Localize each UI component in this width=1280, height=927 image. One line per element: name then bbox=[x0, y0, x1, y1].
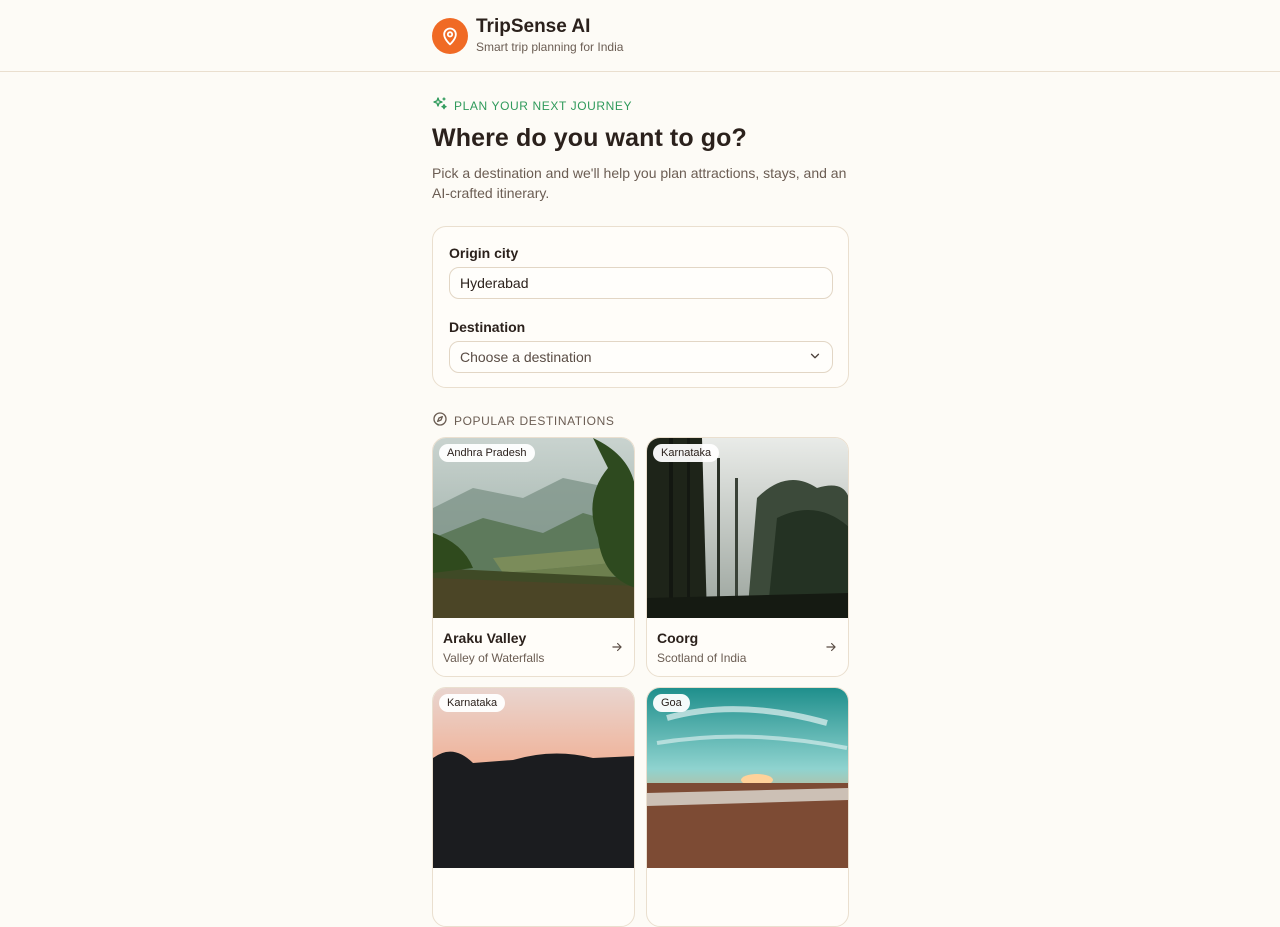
destination-placeholder: Choose a destination bbox=[460, 349, 592, 365]
origin-label: Origin city bbox=[449, 245, 519, 261]
page-title: Where do you want to go? bbox=[432, 124, 747, 152]
origin-city-input[interactable]: Hyderabad bbox=[449, 267, 833, 299]
origin-city-value: Hyderabad bbox=[460, 275, 529, 291]
destination-card-coorg[interactable]: Karnataka Coorg Scotland of India bbox=[646, 437, 849, 677]
destination-card-karnataka-sunset[interactable]: Karnataka bbox=[432, 687, 635, 927]
destination-tagline: Scotland of India bbox=[657, 651, 747, 665]
hero-eyebrow: PLAN YOUR NEXT JOURNEY bbox=[432, 96, 849, 115]
arrow-right-icon bbox=[824, 640, 838, 659]
state-badge: Andhra Pradesh bbox=[439, 444, 535, 462]
brand-name: TripSense AI bbox=[476, 16, 591, 37]
map-pin-icon bbox=[432, 17, 468, 54]
destination-photo: Andhra Pradesh bbox=[433, 438, 634, 618]
destination-tagline: Valley of Waterfalls bbox=[443, 651, 545, 665]
arrow-right-icon bbox=[610, 640, 624, 659]
destination-photo: Goa bbox=[647, 688, 848, 868]
brand-tagline: Smart trip planning for India bbox=[476, 40, 624, 54]
destination-card-goa[interactable]: Goa bbox=[646, 687, 849, 927]
destination-select[interactable]: Choose a destination bbox=[449, 341, 833, 373]
popular-title: POPULAR DESTINATIONS bbox=[454, 413, 615, 428]
main-content: PLAN YOUR NEXT JOURNEY Where do you want… bbox=[432, 72, 849, 927]
destination-photo: Karnataka bbox=[433, 688, 634, 868]
sparkles-icon bbox=[432, 96, 448, 115]
chevron-down-icon bbox=[808, 349, 822, 366]
state-badge: Goa bbox=[653, 694, 690, 712]
page-subtitle: Pick a destination and we'll help you pl… bbox=[432, 165, 847, 201]
state-badge: Karnataka bbox=[653, 444, 720, 462]
destination-label: Destination bbox=[449, 319, 526, 335]
state-badge: Karnataka bbox=[439, 694, 506, 712]
top-bar: TripSense AI Smart trip planning for Ind… bbox=[0, 0, 1280, 72]
destination-card-araku[interactable]: Andhra Pradesh Araku Valley Valley of Wa… bbox=[432, 437, 635, 677]
brand[interactable]: TripSense AI Smart trip planning for Ind… bbox=[432, 17, 623, 54]
destination-name: Coorg bbox=[657, 630, 699, 646]
eyebrow-text: PLAN YOUR NEXT JOURNEY bbox=[454, 98, 633, 113]
destination-name: Araku Valley bbox=[443, 630, 527, 646]
destination-photo: Karnataka bbox=[647, 438, 848, 618]
trip-form: Origin city Hyderabad Destination Choose… bbox=[432, 226, 849, 388]
compass-icon bbox=[432, 411, 448, 430]
destination-grid: Andhra Pradesh Araku Valley Valley of Wa… bbox=[432, 437, 849, 927]
popular-destinations-heading: POPULAR DESTINATIONS bbox=[432, 411, 849, 430]
